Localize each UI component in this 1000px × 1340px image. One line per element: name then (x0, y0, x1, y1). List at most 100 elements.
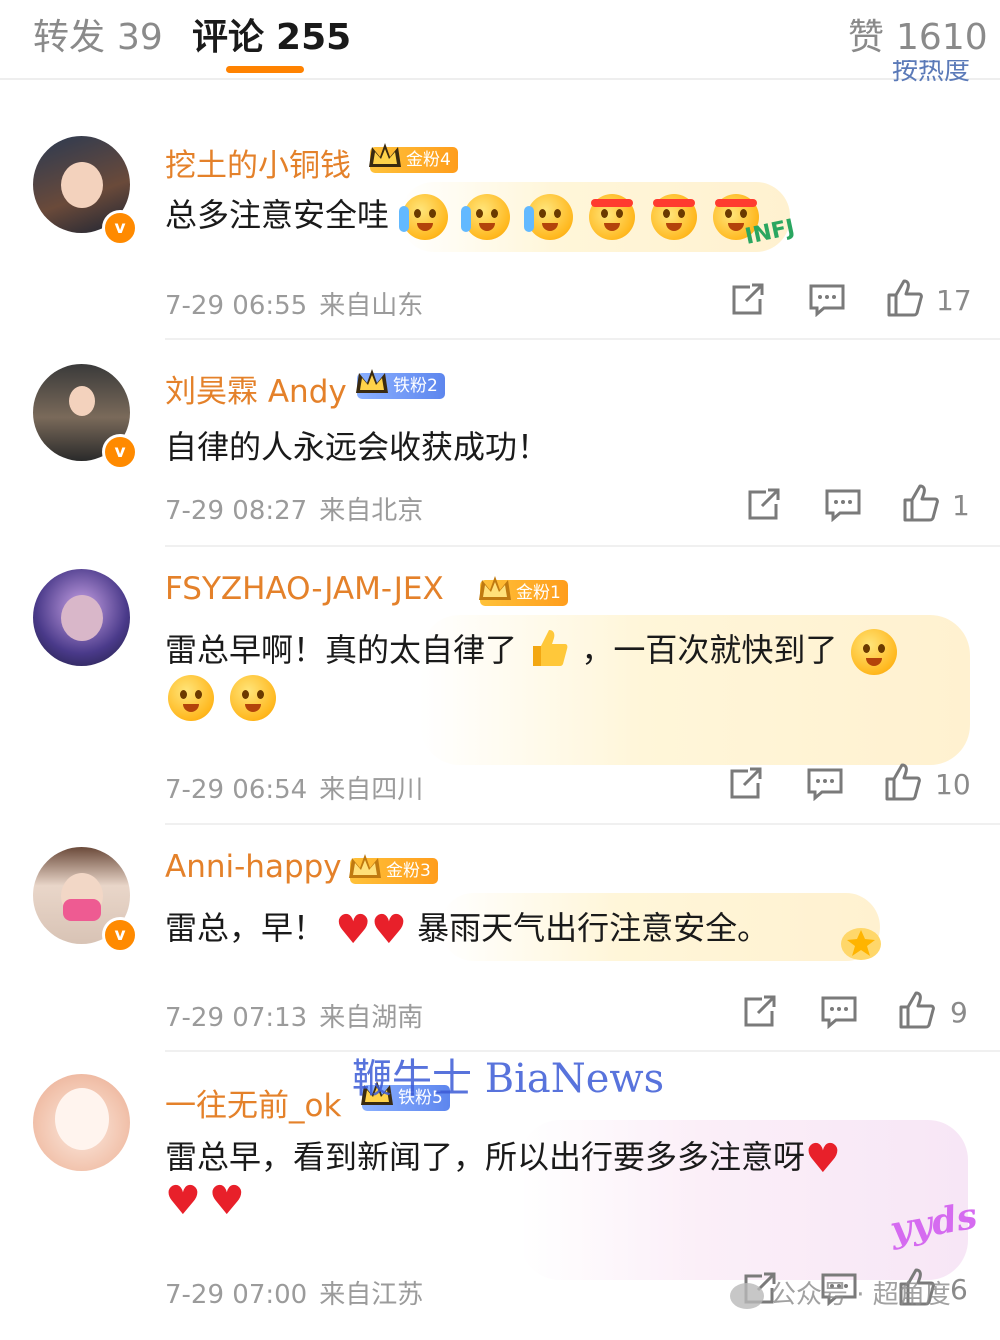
crying-laugh-emoji (461, 194, 511, 240)
like-button[interactable] (884, 762, 922, 802)
crown-icon (349, 854, 381, 878)
comment-text-part1: 雷总早啊！真的太自律了 (165, 631, 518, 669)
repost-button[interactable] (746, 488, 782, 522)
like-count: 17 (936, 284, 972, 317)
comment-location: 来自江苏 (319, 1280, 424, 1310)
bianews-watermark: 鞭牛士 BiaNews (352, 1056, 665, 1102)
comment-icon (821, 996, 857, 1029)
tab-repost[interactable]: 转发 39 (33, 8, 163, 60)
comment-icon (809, 284, 845, 317)
comment-time: 7-29 06:55 (165, 291, 308, 321)
thumbs-up-icon (899, 991, 935, 1029)
fan-badge: 铁粉2 (356, 369, 445, 399)
crown-icon (369, 143, 401, 167)
comment-meta: 7-29 06:55 来自山东 (165, 285, 423, 322)
share-icon (730, 767, 762, 799)
like-button[interactable] (902, 483, 940, 523)
headband-emoji (650, 194, 697, 240)
heart-emoji: ♥ (208, 1178, 245, 1224)
comment-text-part1: 雷总，早！ (165, 909, 326, 947)
fan-badge: 金粉3 (349, 854, 438, 884)
reply-button[interactable] (808, 283, 846, 317)
fan-badge-label: 金粉1 (516, 583, 561, 603)
comment-divider (165, 823, 1000, 825)
fan-badge-label: 金粉4 (406, 150, 451, 170)
avatar-face (69, 386, 95, 416)
tab-comments-count: 255 (276, 17, 352, 58)
comment-text: 雷总早，看到新闻了，所以出行要多多注意呀♥ (165, 1132, 841, 1179)
like-button[interactable] (898, 990, 936, 1030)
verified-icon: v (102, 434, 138, 470)
repost-button[interactable] (728, 767, 764, 801)
gem-sticker (838, 922, 884, 962)
tab-comments-label: 评论 (192, 17, 265, 58)
like-count: 6 (950, 1273, 968, 1306)
thumbs-up-icon (903, 484, 939, 522)
comment-username[interactable]: FSYZHAO-JAM-JEX (165, 571, 444, 607)
avatar-face (61, 162, 103, 208)
share-icon (744, 995, 776, 1027)
wechat-watermark-text: 公众号 · 超角度 (770, 1280, 951, 1310)
tab-comments[interactable]: 评论 255 (192, 8, 351, 60)
thumbs-up-icon (885, 763, 921, 801)
crown-icon (356, 369, 388, 393)
reply-button[interactable] (806, 767, 844, 801)
verified-icon: v (102, 210, 138, 246)
comment-text: 雷总早啊！真的太自律了 ，一百次就快到了 (165, 625, 900, 678)
tab-repost-count: 39 (117, 17, 163, 58)
smile-emoji (850, 629, 897, 675)
heart-emoji: ♥ (805, 1136, 841, 1182)
avatar[interactable] (33, 1074, 130, 1171)
tab-likes[interactable]: 赞 1610 (848, 8, 988, 60)
comment-divider (165, 338, 1000, 340)
comment-divider (165, 545, 1000, 547)
like-button[interactable] (886, 278, 924, 318)
crown-icon (479, 576, 511, 600)
comment-text-part2: ，一百次就快到了 (581, 631, 838, 669)
comment-text-content: 总多注意安全哇 (165, 196, 390, 234)
comment-tab-bar: 转发 39 评论 255 赞 1610 (0, 0, 1000, 80)
thumbs-up-icon (887, 279, 923, 317)
comment-text-line2 (165, 675, 279, 721)
tab-likes-label: 赞 (848, 17, 885, 58)
comment-text: 雷总，早！ ♥♥ 暴雨天气出行注意安全。 (165, 903, 769, 950)
tab-repost-label: 转发 (33, 17, 106, 58)
comment-time: 7-29 07:13 (165, 1003, 308, 1033)
comment-username[interactable]: 挖土的小铜钱 (165, 140, 351, 185)
comment-username[interactable]: 刘昊霖 Andy (165, 366, 347, 411)
like-count: 10 (935, 768, 971, 801)
repost-button[interactable] (742, 995, 778, 1029)
comment-location: 来自四川 (319, 775, 424, 805)
crying-laugh-emoji (523, 194, 573, 240)
fan-badge-label: 金粉3 (386, 861, 431, 881)
sort-toggle[interactable]: 按热度 (892, 60, 970, 86)
like-count: 1 (952, 489, 970, 522)
tab-likes-count: 1610 (896, 17, 988, 58)
like-count: 9 (950, 996, 968, 1029)
comment-location: 来自北京 (319, 496, 424, 526)
comment-location: 来自湖南 (319, 1003, 424, 1033)
wechat-watermark: 公众号 · 超角度 (730, 1274, 951, 1311)
comment-text: 自律的人永远会收获成功！ (165, 428, 550, 466)
reply-button[interactable] (820, 995, 858, 1029)
fan-badge: 金粉4 (369, 143, 458, 173)
comment-location: 来自山东 (319, 291, 424, 321)
reply-button[interactable] (824, 488, 862, 522)
avatar-face (61, 595, 103, 641)
share-icon (748, 488, 780, 520)
comment-username[interactable]: Anni-happy (165, 849, 342, 885)
headband-emoji (588, 194, 635, 240)
comment-icon (825, 489, 861, 522)
comment-username[interactable]: 一往无前_ok (165, 1080, 341, 1125)
avatar[interactable] (33, 569, 130, 666)
fan-badge-label: 铁粉2 (393, 376, 438, 396)
comment-meta: 7-29 07:13 来自湖南 (165, 997, 423, 1034)
repost-button[interactable] (730, 283, 766, 317)
comment-meta: 7-29 07:00 来自江苏 (165, 1274, 423, 1311)
avatar-face (55, 1088, 109, 1150)
comment-icon (807, 768, 843, 801)
comment-text: 总多注意安全哇 (165, 190, 762, 240)
smile-emoji (168, 675, 214, 721)
comment-text-line2: ♥ ♥ (165, 1180, 245, 1221)
comment-time: 7-29 07:00 (165, 1280, 308, 1310)
